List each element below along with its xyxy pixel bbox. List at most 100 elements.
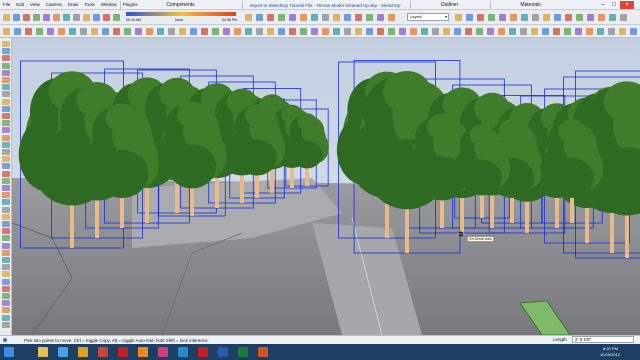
powerpoint-icon[interactable] xyxy=(258,347,268,357)
palette-tool-button[interactable] xyxy=(2,228,10,235)
drawing-tool-button[interactable] xyxy=(344,28,351,35)
drawing-tool-button[interactable] xyxy=(146,28,153,35)
drawing-tool-button[interactable] xyxy=(179,28,186,35)
drawing-tool-button[interactable] xyxy=(14,28,21,35)
palette-tool-button[interactable] xyxy=(2,41,10,47)
palette-tool-button[interactable] xyxy=(2,278,10,285)
layer-tool-button[interactable] xyxy=(455,14,462,21)
menu-file[interactable]: File xyxy=(0,2,13,7)
layer-tool-button[interactable] xyxy=(620,14,627,21)
palette-tool-button[interactable] xyxy=(2,62,10,69)
drawing-tool-button[interactable] xyxy=(168,28,175,35)
chrome-icon[interactable] xyxy=(78,347,88,357)
palette-tool-button[interactable] xyxy=(2,293,10,299)
materials-tab[interactable]: Materials xyxy=(490,1,570,9)
drawing-tool-button[interactable] xyxy=(355,28,362,35)
view-tool-button[interactable] xyxy=(322,14,329,21)
drawing-tool-button[interactable] xyxy=(509,28,516,35)
view-tool-button[interactable] xyxy=(333,14,340,21)
drawing-tool-button[interactable] xyxy=(465,28,472,35)
drawing-tool-button[interactable] xyxy=(58,28,65,35)
drawing-tool-button[interactable] xyxy=(3,28,10,35)
palette-tool-button[interactable] xyxy=(2,98,10,105)
view-tool-button[interactable] xyxy=(388,14,395,21)
drawing-tool-button[interactable] xyxy=(564,28,571,35)
maximize-button[interactable]: □ xyxy=(609,1,619,9)
drawing-tool-button[interactable] xyxy=(245,28,252,35)
components-tab[interactable]: Components xyxy=(120,1,240,9)
palette-tool-button[interactable] xyxy=(2,206,10,213)
menu-window[interactable]: Window xyxy=(98,2,120,7)
outliner-tab[interactable]: Outliner xyxy=(410,1,488,9)
drawing-tool-button[interactable] xyxy=(487,28,494,35)
menu-view[interactable]: View xyxy=(27,2,43,7)
drawing-tool-button[interactable] xyxy=(69,28,76,35)
drawing-tool-button[interactable] xyxy=(47,28,54,35)
palette-tool-button[interactable] xyxy=(2,185,10,191)
sketchup-icon[interactable] xyxy=(98,347,108,357)
palette-tool-button[interactable] xyxy=(2,314,10,321)
palette-tool-button[interactable] xyxy=(2,235,10,242)
standard-tool-button[interactable] xyxy=(113,14,120,21)
standard-tool-button[interactable] xyxy=(3,14,10,21)
drawing-tool-button[interactable] xyxy=(289,28,296,35)
palette-tool-button[interactable] xyxy=(2,221,10,227)
layer-tool-button[interactable] xyxy=(477,14,484,21)
standard-tool-button[interactable] xyxy=(63,14,70,21)
palette-tool-button[interactable] xyxy=(2,271,10,278)
palette-tool-button[interactable] xyxy=(2,177,10,184)
layer-tool-button[interactable] xyxy=(532,14,539,21)
view-tool-button[interactable] xyxy=(344,14,351,21)
palette-tool-button[interactable] xyxy=(2,55,10,62)
drawing-tool-button[interactable] xyxy=(36,28,43,35)
indesign-icon[interactable] xyxy=(158,347,168,357)
drawing-tool-button[interactable] xyxy=(135,28,142,35)
layer-tool-button[interactable] xyxy=(554,14,561,21)
view-tool-button[interactable] xyxy=(355,14,362,21)
excel-icon[interactable] xyxy=(238,347,248,357)
standard-tool-button[interactable] xyxy=(83,14,90,21)
drawing-tool-button[interactable] xyxy=(410,28,417,35)
close-button[interactable]: × xyxy=(620,1,634,9)
drawing-tool-button[interactable] xyxy=(278,28,285,35)
view-tool-button[interactable] xyxy=(300,14,307,21)
word-icon[interactable] xyxy=(218,347,228,357)
drawing-tool-button[interactable] xyxy=(333,28,340,35)
palette-tool-button[interactable] xyxy=(2,213,10,220)
palette-tool-button[interactable] xyxy=(2,113,10,119)
standard-tool-button[interactable] xyxy=(103,14,110,21)
model-viewport[interactable]: On Green Axis xyxy=(12,38,640,335)
layer-tool-button[interactable] xyxy=(499,14,506,21)
menu-draw[interactable]: Draw xyxy=(65,2,82,7)
minimize-button[interactable]: – xyxy=(598,1,608,9)
palette-tool-button[interactable] xyxy=(2,156,10,163)
drawing-tool-button[interactable] xyxy=(223,28,230,35)
standard-tool-button[interactable] xyxy=(73,14,80,21)
drawing-tool-button[interactable] xyxy=(212,28,219,35)
start-icon[interactable] xyxy=(4,347,14,357)
standard-tool-button[interactable] xyxy=(13,14,20,21)
menu-edit[interactable]: Edit xyxy=(13,2,27,7)
measurements-input[interactable]: 2' 6 1/8" xyxy=(572,336,634,343)
palette-tool-button[interactable] xyxy=(2,48,10,55)
palette-tool-button[interactable] xyxy=(2,264,10,271)
palette-tool-button[interactable] xyxy=(2,69,10,76)
view-tool-button[interactable] xyxy=(278,14,285,21)
palette-tool-button[interactable] xyxy=(2,170,10,177)
drawing-tool-button[interactable] xyxy=(553,28,560,35)
standard-tool-button[interactable] xyxy=(23,14,30,21)
palette-tool-button[interactable] xyxy=(2,120,10,127)
drawing-tool-button[interactable] xyxy=(267,28,274,35)
view-tool-button[interactable] xyxy=(289,14,296,21)
drawing-tool-button[interactable] xyxy=(619,28,626,35)
palette-tool-button[interactable] xyxy=(2,127,10,134)
palette-tool-button[interactable] xyxy=(2,307,10,314)
layer-tool-button[interactable] xyxy=(587,14,594,21)
view-tool-button[interactable] xyxy=(245,14,252,21)
illustrator-icon[interactable] xyxy=(138,347,148,357)
view-tool-button[interactable] xyxy=(311,14,318,21)
drawing-tool-button[interactable] xyxy=(575,28,582,35)
drawing-tool-button[interactable] xyxy=(25,28,32,35)
layer-tool-button[interactable] xyxy=(565,14,572,21)
palette-tool-button[interactable] xyxy=(2,249,10,256)
